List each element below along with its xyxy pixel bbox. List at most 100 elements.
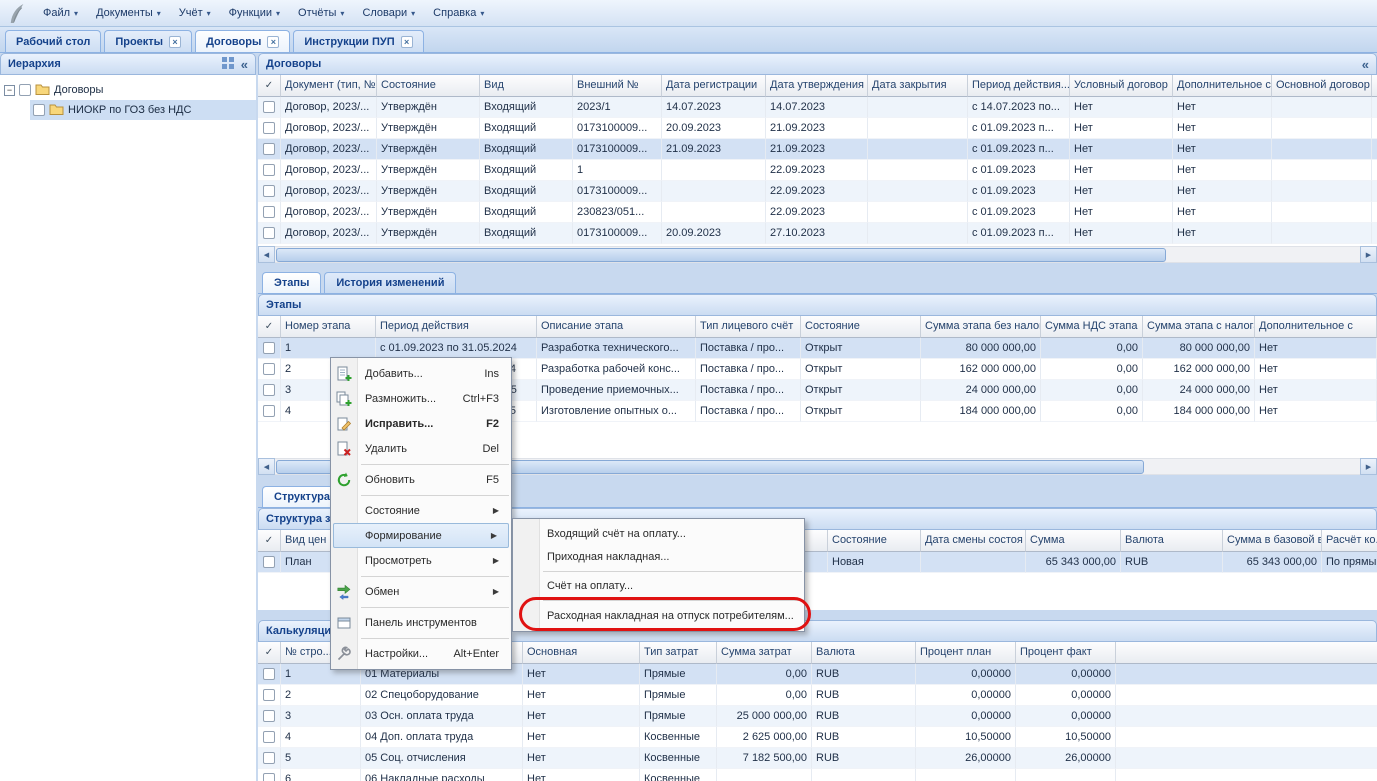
scroll-left-button[interactable]: ◀ bbox=[258, 246, 275, 263]
menu-item-duplicate[interactable]: Размножить... Ctrl+F3 bbox=[331, 386, 511, 411]
tree-node-niokr[interactable]: НИОКР по ГОЗ без НДС bbox=[0, 100, 256, 120]
node-checkbox[interactable] bbox=[19, 84, 31, 96]
row-checkbox[interactable] bbox=[263, 363, 275, 375]
row-checkbox[interactable] bbox=[263, 227, 275, 239]
column-header[interactable]: Сумма bbox=[1026, 530, 1121, 552]
column-header[interactable]: Тип лицевого счёт bbox=[696, 316, 801, 338]
submenu-item-payment-invoice[interactable]: Счёт на оплату... bbox=[513, 574, 804, 597]
row-checkbox[interactable] bbox=[263, 710, 275, 722]
close-icon[interactable]: × bbox=[169, 36, 181, 48]
column-header[interactable]: Сумма затрат bbox=[717, 642, 812, 664]
contract-row[interactable]: Договор, 2023/... Утверждён Входящий 1 2… bbox=[258, 160, 1377, 181]
menubar-item[interactable]: Справка ▾ bbox=[424, 4, 493, 22]
column-header[interactable]: Дата закрытия bbox=[868, 75, 968, 97]
column-header[interactable]: Дата утверждения bbox=[766, 75, 868, 97]
calc-row[interactable]: 6 06 Накладные расходы Нет Косвенные bbox=[258, 769, 1377, 781]
close-icon[interactable]: × bbox=[267, 36, 279, 48]
tree-node-contracts[interactable]: − Договоры bbox=[0, 80, 256, 100]
column-header[interactable]: Условный договор bbox=[1070, 75, 1173, 97]
tree-node-selected[interactable]: НИОКР по ГОЗ без НДС bbox=[30, 100, 256, 120]
column-header[interactable]: Описание этапа bbox=[537, 316, 696, 338]
tab-desktop[interactable]: Рабочий стол bbox=[5, 30, 101, 52]
menubar-item[interactable]: Отчёты ▾ bbox=[289, 4, 353, 22]
row-checkbox[interactable] bbox=[263, 164, 275, 176]
column-header[interactable]: Период действия bbox=[376, 316, 537, 338]
menubar-item[interactable]: Учёт ▾ bbox=[170, 4, 220, 22]
contract-row[interactable]: Договор, 2023/... Утверждён Входящий 017… bbox=[258, 223, 1377, 244]
scrollbar-track[interactable] bbox=[275, 246, 1360, 263]
select-all-header[interactable]: ✓ bbox=[258, 642, 281, 664]
row-checkbox[interactable] bbox=[263, 122, 275, 134]
column-header[interactable]: Сумма НДС этапа bbox=[1041, 316, 1143, 338]
row-checkbox[interactable] bbox=[263, 689, 275, 701]
column-header[interactable]: Сумма в базовой в bbox=[1223, 530, 1322, 552]
column-header[interactable]: Дополнительное с bbox=[1173, 75, 1272, 97]
column-header[interactable]: Сумма этапа с налогами bbox=[1143, 316, 1255, 338]
row-checkbox[interactable] bbox=[263, 556, 275, 568]
row-checkbox[interactable] bbox=[263, 773, 275, 781]
row-checkbox[interactable] bbox=[263, 384, 275, 396]
menu-item-add[interactable]: Добавить... Ins bbox=[331, 361, 511, 386]
scroll-right-button[interactable]: ▶ bbox=[1360, 458, 1377, 475]
row-checkbox[interactable] bbox=[263, 143, 275, 155]
column-header[interactable]: Сумма этапа без налогов bbox=[921, 316, 1041, 338]
row-checkbox[interactable] bbox=[263, 752, 275, 764]
select-all-header[interactable]: ✓ bbox=[258, 316, 281, 338]
menubar-item[interactable]: Документы ▾ bbox=[87, 4, 170, 22]
menu-item-toolbar[interactable]: Панель инструментов bbox=[331, 610, 511, 635]
column-header[interactable]: Состояние bbox=[828, 530, 921, 552]
submenu-item-expense-note[interactable]: Расходная накладная на отпуск потребител… bbox=[513, 603, 804, 628]
row-checkbox[interactable] bbox=[263, 731, 275, 743]
tab-projects[interactable]: Проекты × bbox=[104, 30, 192, 52]
column-header[interactable]: Дополнительное с bbox=[1255, 316, 1377, 338]
menu-item-generate[interactable]: Формирование ▶ bbox=[333, 523, 509, 548]
scroll-left-button[interactable]: ◀ bbox=[258, 458, 275, 475]
row-checkbox[interactable] bbox=[263, 405, 275, 417]
menu-item-delete[interactable]: Удалить Del bbox=[331, 436, 511, 461]
column-header[interactable]: Внешний № bbox=[573, 75, 662, 97]
tab-contracts[interactable]: Договоры × bbox=[195, 30, 290, 52]
column-header[interactable]: Расчёт ко... bbox=[1322, 530, 1377, 552]
scrollbar-thumb[interactable] bbox=[276, 248, 1166, 262]
column-header[interactable]: Номер этапа bbox=[281, 316, 376, 338]
menu-item-settings[interactable]: Настройки... Alt+Enter bbox=[331, 641, 511, 666]
column-header[interactable]: Вид bbox=[480, 75, 573, 97]
tab-instructions[interactable]: Инструкции ПУП × bbox=[293, 30, 423, 52]
column-header[interactable]: Состояние bbox=[377, 75, 480, 97]
collapse-panel-icon[interactable]: « bbox=[1362, 58, 1369, 71]
menu-item-edit[interactable]: Исправить... F2 bbox=[331, 411, 511, 436]
row-checkbox[interactable] bbox=[263, 185, 275, 197]
menubar-item[interactable]: Файл ▾ bbox=[34, 4, 87, 22]
contract-row[interactable]: Договор, 2023/... Утверждён Входящий 230… bbox=[258, 202, 1377, 223]
calc-row[interactable]: 5 05 Соц. отчисления Нет Косвенные 7 182… bbox=[258, 748, 1377, 769]
scroll-right-button[interactable]: ▶ bbox=[1360, 246, 1377, 263]
menubar-item[interactable]: Словари ▾ bbox=[353, 4, 424, 22]
column-header[interactable]: Состояние bbox=[801, 316, 921, 338]
calc-row[interactable]: 4 04 Доп. оплата труда Нет Косвенные 2 6… bbox=[258, 727, 1377, 748]
collapse-panel-icon[interactable]: « bbox=[241, 58, 248, 71]
row-checkbox[interactable] bbox=[263, 668, 275, 680]
submenu-item-receipt-note[interactable]: Приходная накладная... bbox=[513, 545, 804, 568]
contract-row[interactable]: Договор, 2023/... Утверждён Входящий 017… bbox=[258, 118, 1377, 139]
column-header[interactable]: Процент факт bbox=[1016, 642, 1116, 664]
menubar-item[interactable]: Функции ▾ bbox=[220, 4, 289, 22]
column-header[interactable]: Документ (тип, № bbox=[281, 75, 377, 97]
column-header[interactable]: Валюта bbox=[1121, 530, 1223, 552]
tab-stages[interactable]: Этапы bbox=[262, 272, 321, 293]
menu-item-refresh[interactable]: Обновить F5 bbox=[331, 467, 511, 492]
calc-row[interactable]: 3 03 Осн. оплата труда Нет Прямые 25 000… bbox=[258, 706, 1377, 727]
row-checkbox[interactable] bbox=[263, 206, 275, 218]
node-checkbox[interactable] bbox=[33, 104, 45, 116]
menu-item-state[interactable]: Состояние ▶ bbox=[331, 498, 511, 523]
tab-change-history[interactable]: История изменений bbox=[324, 272, 456, 293]
column-header[interactable]: Дата регистрации bbox=[662, 75, 766, 97]
select-all-header[interactable]: ✓ bbox=[258, 75, 281, 97]
row-checkbox[interactable] bbox=[263, 101, 275, 113]
close-icon[interactable]: × bbox=[401, 36, 413, 48]
column-header[interactable]: Период действия... bbox=[968, 75, 1070, 97]
contract-row[interactable]: Договор, 2023/... Утверждён Входящий 202… bbox=[258, 97, 1377, 118]
layout-icon[interactable] bbox=[222, 57, 234, 72]
column-header[interactable]: Процент план bbox=[916, 642, 1016, 664]
column-header[interactable]: Основная bbox=[523, 642, 640, 664]
column-header[interactable]: Тип затрат bbox=[640, 642, 717, 664]
